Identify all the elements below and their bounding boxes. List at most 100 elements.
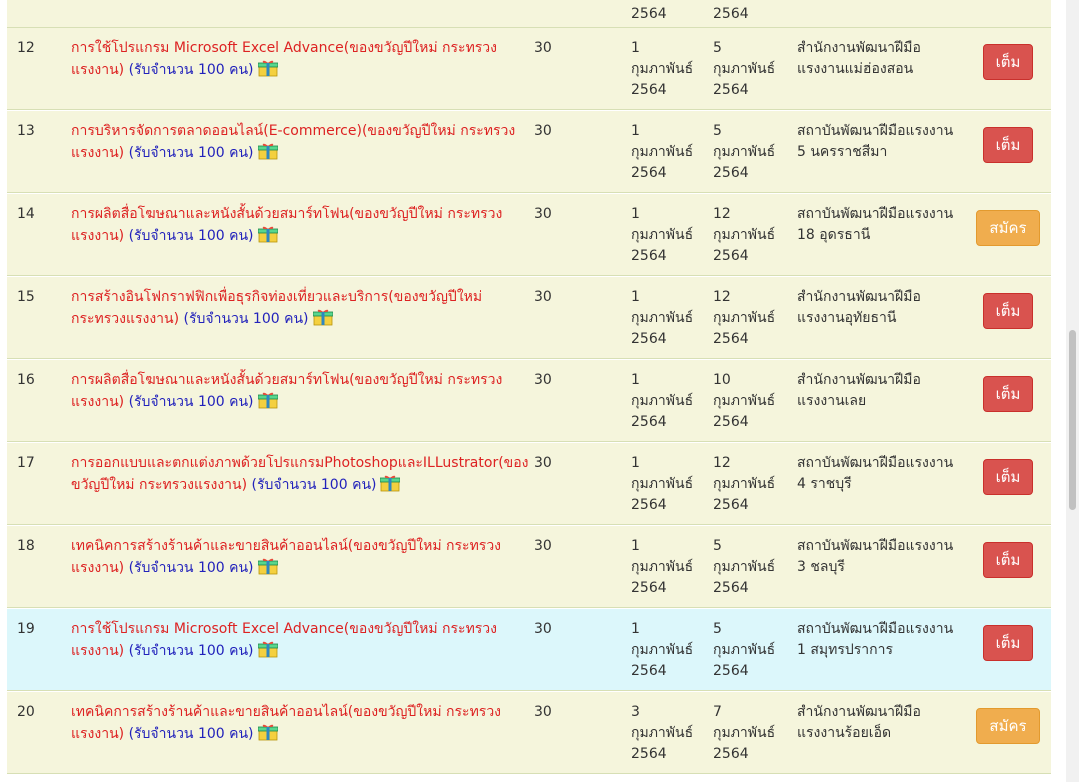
end-month: กุมภาพันธ์: [713, 725, 776, 741]
end-month: กุมภาพันธ์: [713, 642, 776, 658]
table-row: 20 เทคนิคการสร้างร้านค้าและขายสินค้าออนไล…: [7, 692, 1051, 774]
start-day: 1: [631, 123, 640, 139]
start-date: 1 กุมภาพันธ์ 2564: [631, 619, 711, 682]
training-organization: สำนักงานพัฒนาฝีมือแรงงานอุทัยธานี: [797, 289, 921, 326]
course-hours: 30: [534, 289, 552, 305]
end-day: 5: [713, 40, 722, 56]
end-year: 2564: [713, 331, 749, 347]
course-quota: (รับจำนวน 100 คน): [128, 643, 254, 659]
status-button-cell: สมัคร: [965, 210, 1051, 246]
course-quota: (รับจำนวน 100 คน): [128, 228, 254, 244]
row-number: 18: [17, 538, 35, 554]
end-month: กุมภาพันธ์: [713, 144, 776, 160]
full-button[interactable]: เต็ม: [982, 625, 1034, 661]
full-button[interactable]: เต็ม: [982, 376, 1034, 412]
status-button-cell: เต็ม: [965, 127, 1051, 163]
table-row: 14 การผลิตสื่อโฆษณาและหนังสั้นด้วยสมาร์ทโ…: [7, 194, 1051, 276]
training-organization: สถาบันพัฒนาฝีมือแรงงาน 18 อุดรธานี: [797, 206, 954, 243]
start-month: กุมภาพันธ์: [631, 642, 694, 658]
course-name: การผลิตสื่อโฆษณาและหนังสั้นด้วยสมาร์ทโฟน…: [71, 370, 531, 413]
table-row: 13 การบริหารจัดการตลาดออนไลน์(E-commerce)…: [7, 111, 1051, 193]
start-date: 1 กุมภาพันธ์ 2564: [631, 287, 711, 350]
end-month: กุมภาพันธ์: [713, 393, 776, 409]
full-button[interactable]: เต็ม: [982, 542, 1034, 578]
course-name: การบริหารจัดการตลาดออนไลน์(E-commerce)(ข…: [71, 121, 531, 164]
course-quota: (รับจำนวน 100 คน): [183, 311, 309, 327]
start-day: 1: [631, 621, 640, 637]
end-date: 12 กุมภาพันธ์ 2564: [713, 453, 793, 516]
start-date: 1 กุมภาพันธ์ 2564: [631, 536, 711, 599]
course-name: การใช้โปรแกรม Microsoft Excel Advance(ขอ…: [71, 619, 531, 662]
training-organization: สำนักงานพัฒนาฝีมือแรงงานเลย: [797, 372, 921, 409]
end-month: กุมภาพันธ์: [713, 227, 776, 243]
end-day: 5: [713, 538, 722, 554]
start-date: 1 กุมภาพันธ์ 2564: [631, 121, 711, 184]
end-date: 12 กุมภาพันธ์ 2564: [713, 287, 793, 350]
course-name: เทคนิคการสร้างร้านค้าและขายสินค้าออนไลน์…: [71, 536, 531, 579]
start-year: 2564: [631, 663, 667, 679]
end-day: 10: [713, 372, 731, 388]
start-month: กุมภาพันธ์: [631, 476, 694, 492]
gift-icon: [380, 474, 401, 492]
status-button-cell: เต็ม: [965, 625, 1051, 661]
training-organization: สถาบันพัฒนาฝีมือแรงงาน 3 ชลบุรี: [797, 538, 954, 575]
apply-button[interactable]: สมัคร: [976, 708, 1040, 744]
row-number: 15: [17, 289, 35, 305]
full-button[interactable]: เต็ม: [982, 293, 1034, 329]
start-year: 2564: [631, 331, 667, 347]
status-button-cell: สมัคร: [965, 708, 1051, 744]
end-date: 5 กุมภาพันธ์ 2564: [713, 121, 793, 184]
start-month: กุมภาพันธ์: [631, 725, 694, 741]
course-hours: 30: [534, 123, 552, 139]
gift-icon: [257, 59, 278, 77]
gift-icon: [257, 391, 278, 409]
course-name: การออกแบบและตกแต่งภาพด้วยโปรแกรมPhotosho…: [71, 453, 531, 496]
gift-icon: [257, 723, 278, 741]
full-button[interactable]: เต็ม: [982, 44, 1034, 80]
gift-icon: [312, 308, 333, 326]
gift-icon: [257, 142, 278, 160]
start-year: 2564: [631, 248, 667, 264]
gift-icon: [257, 225, 278, 243]
end-year: 2564: [713, 414, 749, 430]
course-name: เทคนิคการสร้างร้านค้าและขายสินค้าออนไลน์…: [71, 702, 531, 745]
end-day: 12: [713, 289, 731, 305]
end-month: กุมภาพันธ์: [713, 476, 776, 492]
training-organization: สถาบันพัฒนาฝีมือแรงงาน 1 สมุทรปราการ: [797, 621, 954, 658]
table-row: 16 การผลิตสื่อโฆษณาและหนังสั้นด้วยสมาร์ทโ…: [7, 360, 1051, 442]
training-organization: สำนักงานพัฒนาฝีมือแรงงานร้อยเอ็ด: [797, 704, 921, 741]
start-day: 1: [631, 206, 640, 222]
start-day: 1: [631, 289, 640, 305]
gift-icon: [257, 640, 278, 658]
apply-button[interactable]: สมัคร: [976, 210, 1040, 246]
start-year: 2564: [631, 82, 667, 98]
status-button-cell: เต็ม: [965, 459, 1051, 495]
course-table: 2564 2564 12 การใช้โปรแกรม Microsoft Exce…: [7, 0, 1051, 782]
start-day: 1: [631, 538, 640, 554]
start-date: 1 กุมภาพันธ์ 2564: [631, 204, 711, 267]
start-date: 3 กุมภาพันธ์ 2564: [631, 702, 711, 765]
full-button[interactable]: เต็ม: [982, 127, 1034, 163]
start-year: 2564: [631, 497, 667, 513]
end-date: 5 กุมภาพันธ์ 2564: [713, 38, 793, 101]
row-number: 12: [17, 40, 35, 56]
start-day: 1: [631, 372, 640, 388]
end-year: 2564: [713, 746, 749, 762]
start-date: 1 กุมภาพันธ์ 2564: [631, 370, 711, 433]
end-year: 2564: [713, 165, 749, 181]
status-button-cell: เต็ม: [965, 293, 1051, 329]
course-name: การสร้างอินโฟกราฟฟิกเพื่อธุรกิจท่องเที่ย…: [71, 287, 531, 330]
full-button[interactable]: เต็ม: [982, 459, 1034, 495]
vertical-scrollbar[interactable]: [1066, 0, 1079, 782]
start-year: 2564: [631, 580, 667, 596]
end-year: 2564: [713, 663, 749, 679]
course-quota: (รับจำนวน 100 คน): [128, 560, 254, 576]
status-button-cell: เต็ม: [965, 542, 1051, 578]
row-number: 16: [17, 372, 35, 388]
course-quota: (รับจำนวน 100 คน): [128, 726, 254, 742]
end-day: 12: [713, 455, 731, 471]
end-date: 5 กุมภาพันธ์ 2564: [713, 619, 793, 682]
start-year: 2564: [631, 746, 667, 762]
scrollbar-thumb[interactable]: [1069, 330, 1076, 510]
start-day: 1: [631, 455, 640, 471]
